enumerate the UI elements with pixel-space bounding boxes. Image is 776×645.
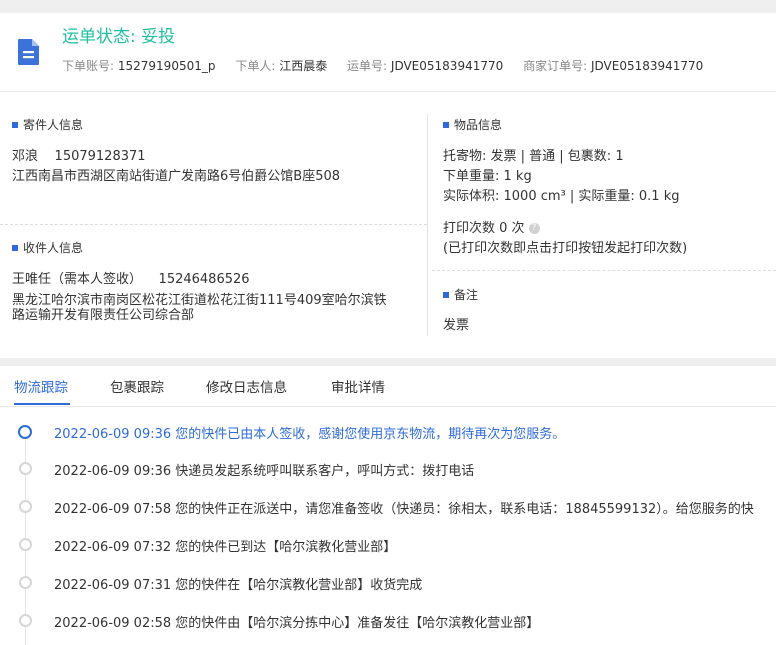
sender-name-phone: 邓浪 15079128371 xyxy=(12,145,146,164)
timeline-dot xyxy=(19,500,32,513)
sender-phone: 15079128371 xyxy=(54,149,146,164)
column-divider xyxy=(427,114,428,336)
timeline-dot xyxy=(19,576,32,589)
sender-address: 江西南昌市西湖区南站街道广发南路6号伯爵公馆B座508 xyxy=(12,169,341,184)
remarks-section-title: 备注 xyxy=(443,286,478,303)
receiver-title-text: 收件人信息 xyxy=(23,241,84,255)
timeline-item: 2022-06-09 07:58 您的快件正在派送中，请您准备签收（快递员：徐相… xyxy=(54,502,754,517)
sender-name: 邓浪 xyxy=(12,149,39,164)
section-marker-icon xyxy=(12,121,18,128)
orderer-label: 下单人: xyxy=(235,59,276,73)
section-marker-icon xyxy=(443,291,449,298)
tracking-panel: 物流跟踪 包裹跟踪 修改日志信息 审批详情 2022-06-09 09:36 您… xyxy=(0,366,776,645)
print-count-hint: (已打印次数即点击打印按钮发起打印次数) xyxy=(443,241,688,256)
receiver-name: 王唯任（需本人签收） xyxy=(12,272,143,287)
merchant-order-value: JDVE05183941770 xyxy=(590,59,704,73)
sender-title-text: 寄件人信息 xyxy=(23,118,84,132)
shipment-info-panel: 寄件人信息 邓浪 15079128371 江西南昌市西湖区南站街道广发南路6号伯… xyxy=(0,92,776,358)
timeline-dot xyxy=(19,538,32,551)
sender-section-title: 寄件人信息 xyxy=(12,116,83,133)
waybill-number-label: 运单号: xyxy=(347,59,388,73)
timeline-item: 2022-06-09 09:36 快递员发起系统呼叫联系客户，呼叫方式：拨打电话 xyxy=(54,464,475,479)
top-bar xyxy=(0,0,776,13)
timeline-item: 2022-06-09 07:31 您的快件在【哈尔滨教化营业部】收货完成 xyxy=(54,578,423,593)
timeline-item: 2022-06-09 07:32 您的快件已到达【哈尔滨教化营业部】 xyxy=(54,540,397,555)
active-tab-indicator xyxy=(14,403,70,405)
remarks-title-text: 备注 xyxy=(454,288,479,302)
receiver-address-line2: 路运输开发有限责任公司综合部 xyxy=(12,308,195,323)
goods-title-text: 物品信息 xyxy=(454,118,503,132)
timeline-dot xyxy=(19,462,32,475)
order-account-label: 下单账号: xyxy=(62,59,115,73)
merchant-order-label: 商家订单号: xyxy=(523,59,588,73)
orderer-value: 江西晨泰 xyxy=(279,59,328,73)
waybill-meta: 下单账号: 15279190501_p 下单人: 江西晨泰 运单号: JDVE0… xyxy=(62,57,719,74)
waybill-status-title: 运单状态: 妥投 xyxy=(62,27,176,47)
tracking-tabs: 物流跟踪 包裹跟踪 修改日志信息 审批详情 xyxy=(0,366,776,407)
receiver-name-phone: 王唯任（需本人签收） 15246486526 xyxy=(12,268,250,287)
tab-change-log[interactable]: 修改日志信息 xyxy=(206,376,287,396)
timeline-dot xyxy=(18,425,32,439)
question-circle-icon[interactable]: ? xyxy=(528,223,540,234)
tab-approval-details[interactable]: 审批详情 xyxy=(331,376,385,396)
print-count: 打印次数 0 次? xyxy=(443,217,540,236)
document-icon xyxy=(18,39,39,65)
order-account-value: 15279190501_p xyxy=(117,59,216,73)
timeline-dot xyxy=(19,614,32,627)
section-marker-icon xyxy=(12,244,18,251)
tab-logistics-tracking[interactable]: 物流跟踪 xyxy=(14,376,68,396)
receiver-phone: 15246486526 xyxy=(158,272,250,287)
divider xyxy=(0,224,427,225)
timeline-item: 2022-06-09 02:58 您的快件由【哈尔滨分拣中心】准备发往【哈尔滨教… xyxy=(54,616,540,631)
remarks-text: 发票 xyxy=(443,318,470,333)
waybill-number-value: JDVE05183941770 xyxy=(390,59,504,73)
section-marker-icon xyxy=(443,121,449,128)
goods-order-weight: 下单重量: 1 kg xyxy=(443,169,532,184)
timeline-item: 2022-06-09 09:36 您的快件已由本人签收，感谢您使用京东物流，期待… xyxy=(54,427,566,442)
tab-package-tracking[interactable]: 包裹跟踪 xyxy=(110,376,164,396)
waybill-header: 运单状态: 妥投 下单账号: 15279190501_p 下单人: 江西晨泰 运… xyxy=(0,13,776,92)
print-count-text: 打印次数 0 次 xyxy=(443,221,525,236)
divider xyxy=(432,270,776,271)
receiver-section-title: 收件人信息 xyxy=(12,239,83,256)
goods-section-title: 物品信息 xyxy=(443,116,502,133)
goods-volume-weight: 实际体积: 1000 cm³ | 实际重量: 0.1 kg xyxy=(443,189,680,204)
goods-type-count: 托寄物: 发票 | 普通 | 包裹数: 1 xyxy=(443,149,624,164)
